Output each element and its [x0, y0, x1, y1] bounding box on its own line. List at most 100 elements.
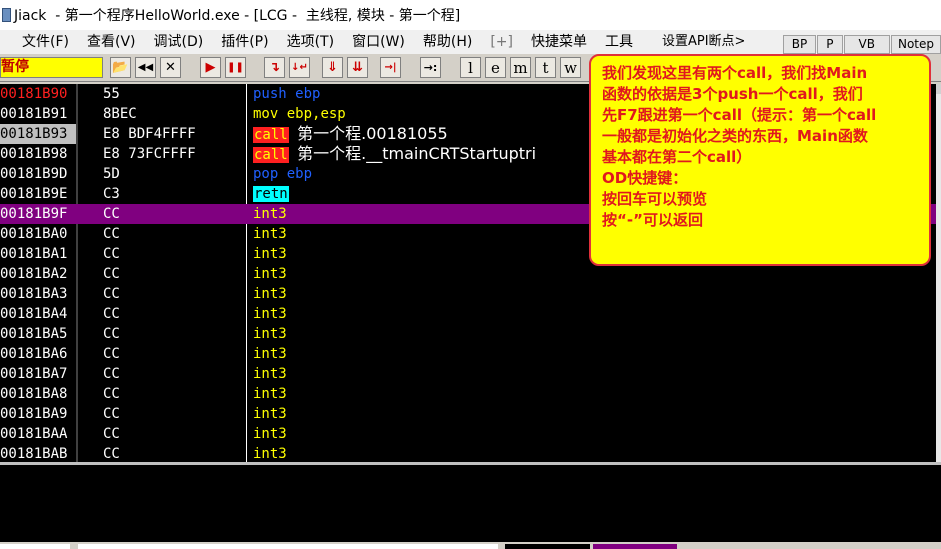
callout-line: 函数的依据是3个push一个call，我们: [602, 85, 863, 103]
disasm-row[interactable]: 00181BA5 CC int3: [0, 324, 936, 344]
tab-notepad[interactable]: Notep: [890, 35, 941, 54]
row-address: 00181BA6: [0, 346, 68, 362]
log-window-button[interactable]: l: [460, 57, 481, 78]
row-hex-bytes: CC: [103, 206, 120, 222]
step-over-icon[interactable]: ↓↵: [289, 57, 310, 78]
disasm-row[interactable]: 00181BA7 CC int3: [0, 364, 936, 384]
row-address: 00181BA7: [0, 366, 68, 382]
row-operands: ebp: [286, 166, 313, 182]
trace-over-icon[interactable]: ⇊: [347, 57, 368, 78]
callout-line: 一般都是初始化之类的东西，Main函数: [602, 127, 868, 145]
callout-line: OD快捷键：: [602, 169, 688, 187]
disasm-row[interactable]: 00181BA2 CC int3: [0, 264, 936, 284]
dump-header-cell: [0, 544, 70, 549]
disasm-row[interactable]: 00181BA6 CC int3: [0, 344, 936, 364]
row-hex-bytes: 55: [103, 86, 120, 102]
row-mnemonic: pop: [253, 166, 279, 182]
dump-header-cell: [78, 544, 498, 549]
vertical-scrollbar[interactable]: [936, 84, 941, 462]
goto-icon[interactable]: →:: [420, 57, 441, 78]
row-address: 00181BA9: [0, 406, 68, 422]
row-disassembly: push ebp: [253, 84, 320, 104]
menu-shortcut[interactable]: 快捷菜单: [522, 30, 596, 54]
executable-modules-button[interactable]: e: [485, 57, 506, 78]
row-address: 00181BA1: [0, 246, 68, 262]
row-address: 00181BA0: [0, 226, 68, 242]
row-hex-bytes: CC: [103, 326, 120, 342]
rewind-icon[interactable]: ◀◀: [135, 57, 156, 78]
callout-line: 按“-”可以返回: [602, 211, 703, 229]
menu-tools[interactable]: 工具: [596, 30, 653, 54]
disasm-row[interactable]: 00181BA9 CC int3: [0, 404, 936, 424]
open-folder-icon[interactable]: 📂: [110, 57, 131, 78]
trace-into-icon[interactable]: ⇓: [322, 57, 343, 78]
row-address: 00181B9F: [0, 206, 68, 222]
app-icon: [0, 6, 14, 24]
row-mnemonic: int3: [253, 426, 287, 442]
pause-icon[interactable]: ❚❚: [225, 57, 246, 78]
row-address: 00181B93: [0, 124, 76, 144]
close-icon[interactable]: ✕: [160, 57, 181, 78]
disasm-row[interactable]: 00181BA4 CC int3: [0, 304, 936, 324]
row-hex-bytes: CC: [103, 286, 120, 302]
row-disassembly: int3: [253, 344, 287, 364]
row-hex-bytes: E8 BDF4FFFF: [103, 126, 196, 142]
row-mnemonic: int3: [253, 246, 287, 262]
menu-debug[interactable]: 调试(D): [145, 30, 213, 54]
menu-view[interactable]: 查看(V): [78, 30, 145, 54]
title-bar: Jiack - 第一个程序HelloWorld.exe - [LCG - 主线程…: [0, 0, 941, 30]
threads-button[interactable]: t: [535, 57, 556, 78]
row-mnemonic: int3: [253, 406, 287, 422]
row-address: 00181BA8: [0, 386, 68, 402]
menu-help[interactable]: 帮助(H): [414, 30, 481, 54]
callout-line: 按回车可以预览: [602, 190, 708, 208]
row-disassembly: pop ebp: [253, 164, 312, 184]
row-mnemonic: call: [253, 127, 289, 143]
scroll-up-icon[interactable]: [936, 84, 941, 94]
menu-plus[interactable]: [+]: [481, 30, 522, 54]
row-mnemonic: int3: [253, 226, 287, 242]
menu-plugins[interactable]: 插件(P): [212, 30, 277, 54]
menu-tabs: BP P VB Notep: [782, 35, 941, 54]
tab-bp[interactable]: BP: [782, 35, 817, 54]
windows-button[interactable]: w: [560, 57, 581, 78]
row-mnemonic: int3: [253, 346, 287, 362]
row-hex-bytes: CC: [103, 226, 120, 242]
row-mnemonic: int3: [253, 386, 287, 402]
tab-p[interactable]: P: [817, 35, 843, 54]
row-hex-bytes: CC: [103, 266, 120, 282]
row-address: 00181BA5: [0, 326, 68, 342]
row-address: 00181BAA: [0, 426, 68, 442]
row-hex-bytes: CC: [103, 246, 120, 262]
row-disassembly: int3: [253, 244, 287, 264]
disasm-row[interactable]: 00181BA3 CC int3: [0, 284, 936, 304]
disasm-row[interactable]: 00181BAB CC int3: [0, 444, 936, 464]
menu-set-api-breakpoint[interactable]: 设置API断点>: [653, 30, 754, 54]
disasm-row[interactable]: 00181BAA CC int3: [0, 424, 936, 444]
row-address: 00181B90: [0, 84, 76, 104]
row-operands: ebp: [295, 86, 321, 102]
row-address: 00181BA4: [0, 306, 68, 322]
row-address: 00181BAB: [0, 446, 68, 462]
menu-bar: 文件(F) 查看(V) 调试(D) 插件(P) 选项(T) 窗口(W) 帮助(H…: [0, 30, 941, 54]
menu-file[interactable]: 文件(F): [0, 30, 78, 54]
row-disassembly: int3: [253, 204, 287, 224]
memory-map-button[interactable]: m: [510, 57, 531, 78]
row-disassembly: int3: [253, 444, 287, 464]
menu-options[interactable]: 选项(T): [278, 30, 343, 54]
step-into-icon[interactable]: ↴: [264, 57, 285, 78]
annotation-callout: 我们发现这里有两个call，我们找Main 函数的依据是3个push一个call…: [589, 54, 931, 266]
row-hex-bytes: C3: [103, 186, 120, 202]
execute-till-return-icon[interactable]: →|: [380, 57, 401, 78]
info-pane[interactable]: [0, 465, 941, 542]
menu-window[interactable]: 窗口(W): [343, 30, 414, 54]
row-hex-bytes: CC: [103, 406, 120, 422]
stack-header-cell: [505, 544, 590, 549]
tab-vb[interactable]: VB: [843, 35, 890, 54]
disasm-row[interactable]: 00181BA8 CC int3: [0, 384, 936, 404]
run-icon[interactable]: ▶: [200, 57, 221, 78]
callout-line: 基本都在第二个call）: [602, 148, 752, 166]
row-mnemonic: int3: [253, 206, 287, 222]
row-mnemonic: int3: [253, 366, 287, 382]
row-mnemonic: call: [253, 147, 289, 163]
